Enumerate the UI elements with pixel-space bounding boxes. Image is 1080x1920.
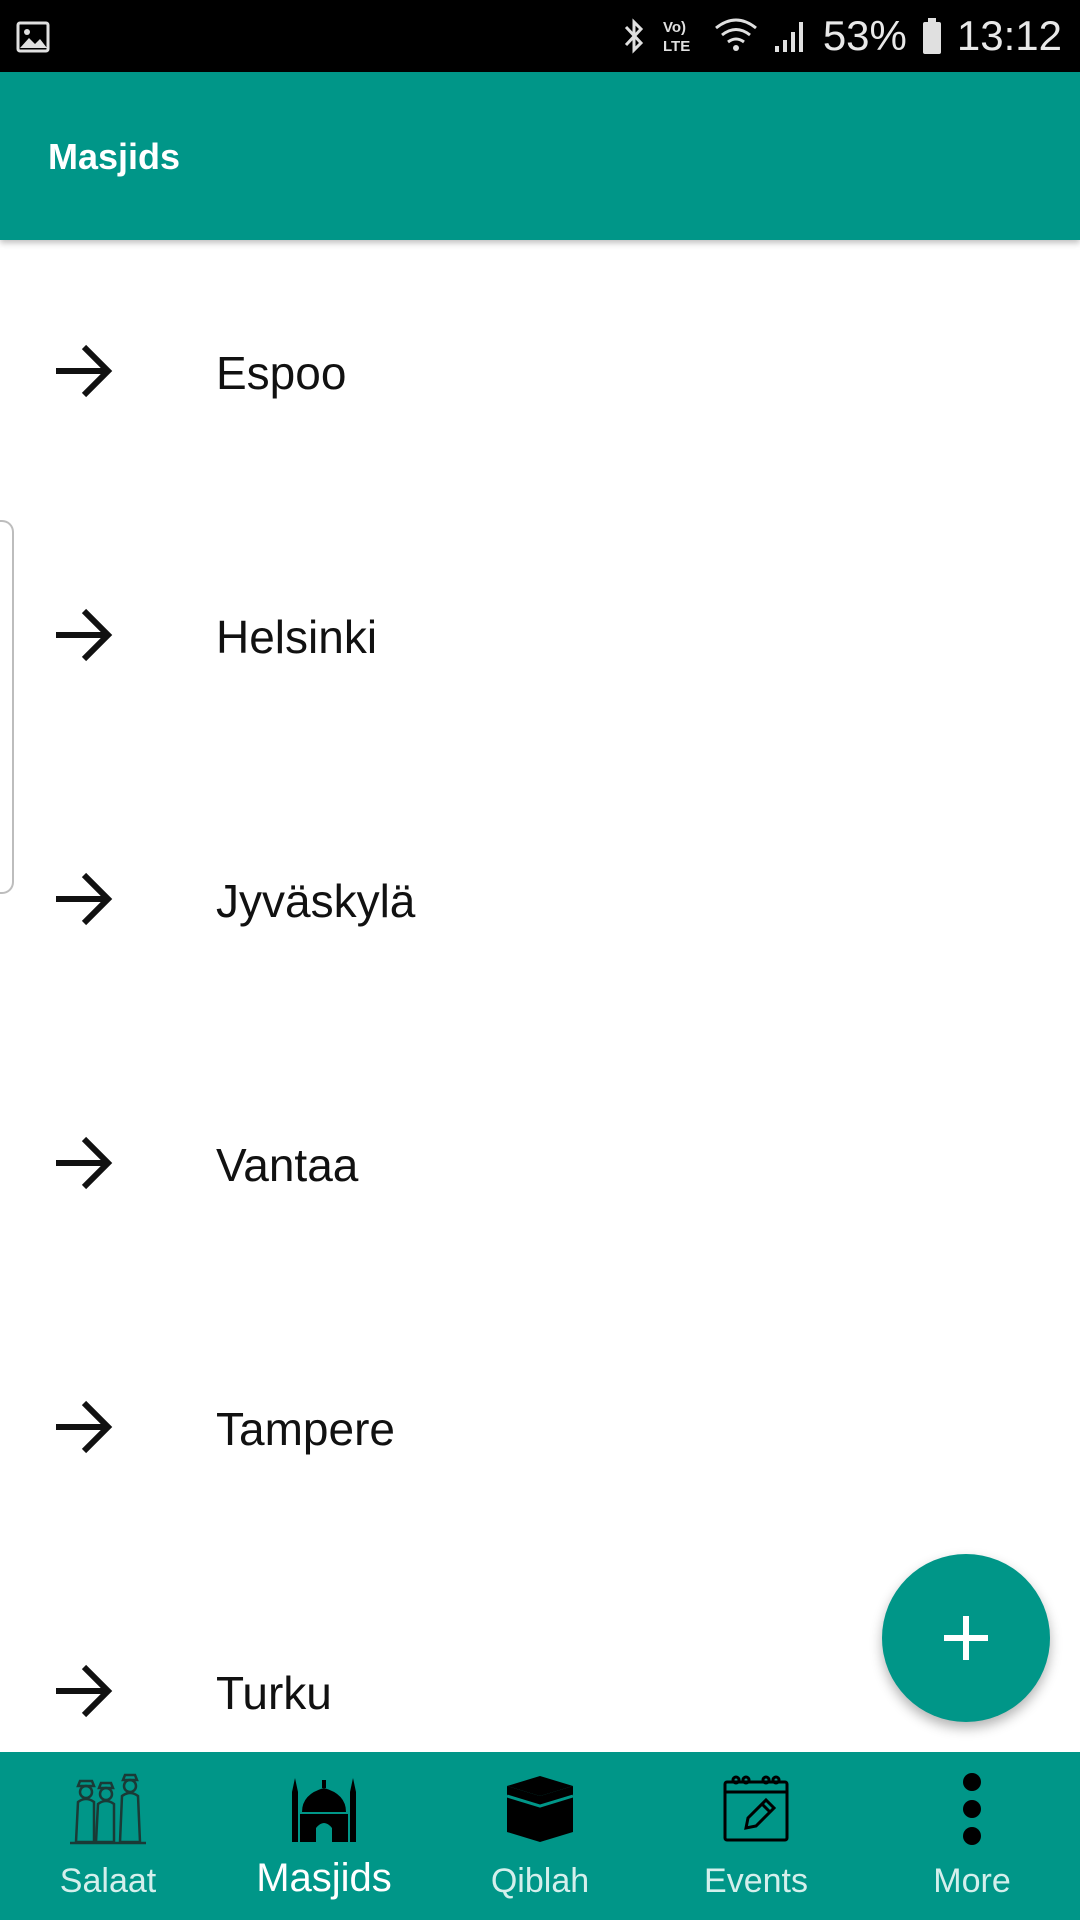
status-bar: Vo) LTE 53% 13:12 bbox=[0, 0, 1080, 72]
clock: 13:12 bbox=[956, 12, 1062, 59]
add-masjid-button[interactable] bbox=[882, 1554, 1050, 1722]
list-item-helsinki[interactable]: Helsinki bbox=[0, 504, 1080, 768]
list-item-tampere[interactable]: Tampere bbox=[0, 1296, 1080, 1560]
list-item-vantaa[interactable]: Vantaa bbox=[0, 1032, 1080, 1296]
nav-item-salaat[interactable]: Salaat bbox=[0, 1752, 216, 1920]
nav-item-masjids[interactable]: Masjids bbox=[216, 1752, 432, 1920]
list-item-label: Espoo bbox=[216, 347, 347, 399]
nav-item-events[interactable]: Events bbox=[648, 1752, 864, 1920]
list-item-jyvaskyla[interactable]: Jyväskylä bbox=[0, 768, 1080, 1032]
list-item-label: Jyväskylä bbox=[216, 875, 416, 927]
more-vertical-icon bbox=[963, 1773, 981, 1845]
list-item-label: Vantaa bbox=[216, 1139, 359, 1191]
calendar-icon bbox=[723, 1775, 789, 1842]
nav-label: Qiblah bbox=[490, 1862, 590, 1900]
battery-percent: 53% bbox=[822, 12, 907, 59]
arrow-right-icon bbox=[56, 344, 113, 398]
list-item-label: Tampere bbox=[216, 1403, 395, 1455]
masjid-city-list[interactable]: Espoo Helsinki Jyväskylä Vantaa Tampere bbox=[0, 240, 1080, 1752]
plus-icon bbox=[944, 1616, 988, 1660]
arrow-right-icon bbox=[56, 872, 113, 926]
status-icons: Vo) LTE 53% 13:12 bbox=[621, 0, 1062, 72]
list-item-label: Turku bbox=[216, 1667, 332, 1719]
app-bar: Masjids bbox=[0, 72, 1080, 240]
nav-label: Salaat bbox=[59, 1862, 157, 1900]
arrow-right-icon bbox=[56, 608, 113, 662]
praying-people-icon bbox=[70, 1773, 146, 1845]
volte-icon: Vo) LTE bbox=[663, 19, 690, 55]
gallery-icon bbox=[16, 21, 50, 53]
wifi-icon bbox=[714, 18, 757, 51]
svg-text:LTE: LTE bbox=[663, 38, 690, 55]
nav-label: Masjids bbox=[256, 1856, 392, 1900]
mosque-icon bbox=[292, 1778, 356, 1842]
arrow-right-icon bbox=[56, 1136, 113, 1190]
nav-label: Events bbox=[704, 1862, 808, 1900]
nav-item-more[interactable]: More bbox=[864, 1752, 1080, 1920]
battery-icon bbox=[922, 18, 941, 54]
nav-item-qiblah[interactable]: Qiblah bbox=[432, 1752, 648, 1920]
screen: Vo) LTE 53% 13:12 Masjids Espoo Helsinki… bbox=[0, 0, 1080, 1920]
page-title: Masjids bbox=[48, 136, 181, 177]
bluetooth-icon bbox=[624, 18, 643, 54]
list-item-label: Helsinki bbox=[216, 611, 378, 663]
edge-panel-handle[interactable] bbox=[0, 520, 14, 894]
nav-label: More bbox=[933, 1862, 1011, 1900]
arrow-right-icon bbox=[56, 1400, 113, 1454]
svg-text:Vo): Vo) bbox=[663, 19, 686, 36]
arrow-right-icon bbox=[56, 1664, 113, 1718]
kaaba-icon bbox=[506, 1776, 574, 1842]
bottom-navigation: Salaat Masjids Qiblah Events More bbox=[0, 1752, 1080, 1920]
list-item-espoo[interactable]: Espoo bbox=[0, 240, 1080, 504]
signal-icon bbox=[774, 22, 803, 52]
